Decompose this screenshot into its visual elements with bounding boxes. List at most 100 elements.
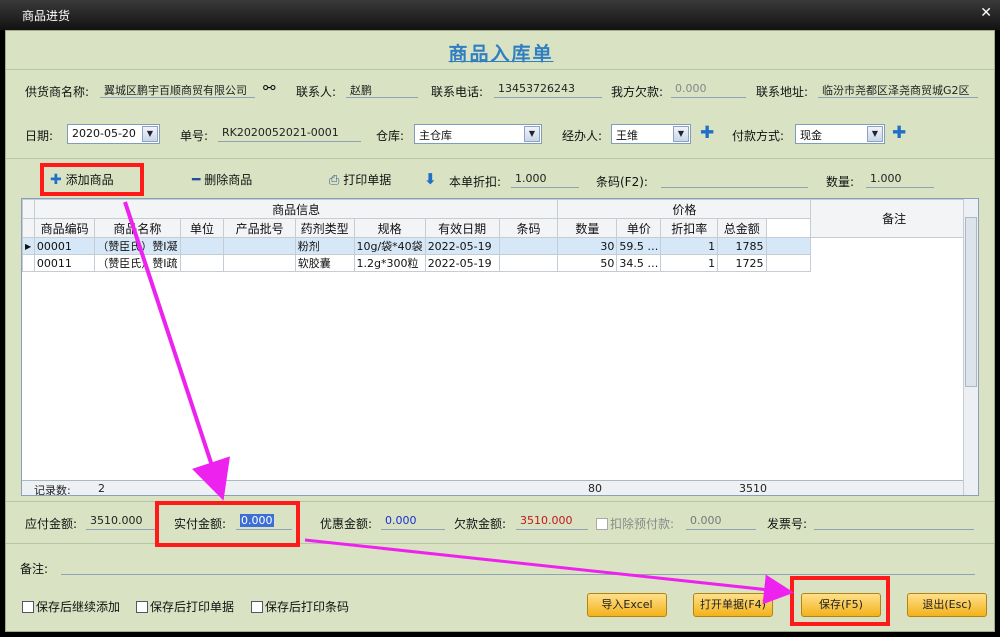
checkbox-icon: [136, 601, 148, 613]
chevron-down-icon[interactable]: ▼: [673, 126, 689, 142]
column-header[interactable]: 商品编码: [33, 218, 96, 238]
form-body: 商品入库单 供货商名称: 翼城区鹏宇百顺商贸有限公司 ⚯ 联系人: 赵鹏 联系电…: [5, 30, 995, 632]
table-cell[interactable]: 10g/袋*40袋: [353, 237, 426, 255]
column-header[interactable]: 条码: [498, 218, 559, 238]
remark-input[interactable]: [61, 557, 975, 575]
remark-label: 备注:: [20, 562, 49, 576]
table-cell[interactable]: 1: [660, 237, 719, 255]
owed-label: 我方欠款:: [611, 85, 664, 99]
chevron-down-icon[interactable]: ▼: [867, 126, 883, 142]
phone-field[interactable]: 13453726243: [494, 80, 602, 98]
column-header[interactable]: 商品名称: [94, 218, 181, 238]
contact-field[interactable]: 赵鹏: [346, 80, 418, 98]
table-cell[interactable]: 00001: [33, 237, 96, 255]
handler-select[interactable]: 王维 ▼: [611, 124, 691, 144]
column-header[interactable]: 单价: [616, 218, 662, 238]
discount-label: 本单折扣:: [449, 175, 502, 189]
invoice-input[interactable]: [814, 512, 974, 530]
date-picker[interactable]: 2020-05-20 ▼: [67, 124, 160, 144]
debt-field: 3510.000: [516, 512, 588, 530]
table-cell[interactable]: （赞臣氏）赞I凝: [94, 237, 181, 255]
table-cell[interactable]: 2022-05-19: [424, 237, 500, 255]
table-cell[interactable]: 50: [557, 254, 618, 272]
column-header[interactable]: 折扣率: [660, 218, 719, 238]
discount-amount-label: 优惠金额:: [320, 517, 373, 531]
table-cell[interactable]: 1725: [717, 254, 767, 272]
goods-table-body: 商品信息 价格 备注 商品编码 商品名称 单位 产品批号 药剂类型 规格 有效日…: [22, 199, 978, 272]
discount-field[interactable]: 1.000: [511, 170, 579, 188]
footer-amount-total: 3510: [739, 482, 767, 495]
table-cell[interactable]: [179, 254, 225, 272]
supplier-field[interactable]: 翼城区鹏宇百顺商贸有限公司: [100, 80, 255, 98]
table-footer: 记录数: 2 80 3510: [22, 480, 965, 496]
table-cell[interactable]: 软胶囊: [294, 254, 355, 272]
column-header[interactable]: 药剂类型: [294, 218, 355, 238]
record-count-label: 记录数:: [34, 484, 71, 496]
barcode-input[interactable]: [661, 170, 808, 188]
order-no-label: 单号:: [180, 129, 209, 143]
deduct-prepaid-field: 0.000: [686, 512, 756, 530]
column-header[interactable]: 有效日期: [424, 218, 500, 238]
import-excel-button[interactable]: 导入Excel: [587, 593, 667, 617]
table-cell[interactable]: 1: [660, 254, 719, 272]
table-row[interactable]: ▶ 00001 （赞臣氏）赞I凝 粉剂 10g/袋*40袋 2022-05-19…: [22, 237, 978, 255]
payment-select[interactable]: 现金 ▼: [795, 124, 885, 144]
address-label: 联系地址:: [756, 85, 809, 99]
table-cell[interactable]: [498, 254, 559, 272]
deduct-prepaid-checkbox[interactable]: 扣除预付款:: [596, 515, 674, 532]
scrollbar-thumb[interactable]: [965, 217, 977, 387]
table-cell[interactable]: [765, 237, 812, 255]
save-continue-checkbox[interactable]: 保存后继续添加: [22, 598, 120, 615]
save-print-bill-label: 保存后打印单据: [150, 600, 235, 614]
table-cell[interactable]: [498, 237, 559, 255]
delete-goods-button[interactable]: ━ 删除商品: [192, 171, 252, 188]
table-cell[interactable]: [223, 254, 296, 272]
address-field[interactable]: 临汾市尧都区泽尧商贸城G2区: [818, 80, 978, 98]
table-cell[interactable]: 2022-05-19: [424, 254, 500, 272]
debt-label: 欠款金额:: [454, 517, 507, 531]
print-button[interactable]: ⎙ 打印单据: [329, 171, 391, 188]
order-no-field[interactable]: RK2020052021-0001: [218, 124, 361, 142]
binoculars-icon[interactable]: ⚯: [263, 79, 276, 97]
table-scrollbar[interactable]: [963, 199, 978, 495]
add-payment-icon[interactable]: ✚: [892, 125, 906, 142]
phone-label: 联系电话:: [431, 85, 484, 99]
save-print-bill-checkbox[interactable]: 保存后打印单据: [136, 598, 234, 615]
qty-field[interactable]: 1.000: [866, 170, 934, 188]
table-cell[interactable]: （赞臣氏）赞I疏: [94, 254, 181, 272]
discount-amount-field[interactable]: 0.000: [381, 512, 445, 530]
column-header[interactable]: 单位: [179, 218, 225, 238]
save-continue-label: 保存后继续添加: [36, 600, 121, 614]
close-icon[interactable]: ✕: [980, 5, 992, 21]
payment-label: 付款方式:: [732, 129, 785, 143]
open-bill-button[interactable]: 打开单据(F4): [693, 593, 773, 617]
chevron-down-icon[interactable]: ▼: [524, 126, 540, 142]
column-header[interactable]: 规格: [353, 218, 426, 238]
add-handler-icon[interactable]: ✚: [700, 125, 714, 142]
table-cell[interactable]: [765, 254, 812, 272]
column-header[interactable]: 数量: [557, 218, 618, 238]
checkbox-icon: [596, 518, 608, 530]
delete-goods-label: 删除商品: [204, 173, 253, 187]
table-cell[interactable]: 粉剂: [294, 237, 355, 255]
divider: [6, 69, 994, 70]
table-row[interactable]: 00011 （赞臣氏）赞I疏 软胶囊 1.2g*300粒 2022-05-19 …: [22, 254, 978, 272]
chevron-down-icon[interactable]: ▼: [142, 126, 158, 142]
column-header[interactable]: 产品批号: [223, 218, 296, 238]
owed-field: 0.000: [671, 80, 746, 98]
table-cell[interactable]: 59.5 …: [616, 237, 662, 255]
table-cell[interactable]: [223, 237, 296, 255]
table-cell[interactable]: 1.2g*300粒: [353, 254, 426, 272]
window-title: 商品进货: [22, 9, 71, 23]
exit-button[interactable]: 退出(Esc): [907, 593, 987, 617]
table-cell[interactable]: 1785: [717, 237, 767, 255]
invoice-label: 发票号:: [767, 517, 808, 531]
arrow-down-icon: ⬇: [424, 170, 437, 188]
table-cell[interactable]: 00011: [33, 254, 96, 272]
warehouse-select[interactable]: 主仓库 ▼: [414, 124, 542, 144]
column-header[interactable]: 总金额: [717, 218, 767, 238]
table-cell[interactable]: [179, 237, 225, 255]
table-cell[interactable]: 30: [557, 237, 618, 255]
save-print-barcode-checkbox[interactable]: 保存后打印条码: [251, 598, 349, 615]
table-cell[interactable]: 34.5 …: [616, 254, 662, 272]
